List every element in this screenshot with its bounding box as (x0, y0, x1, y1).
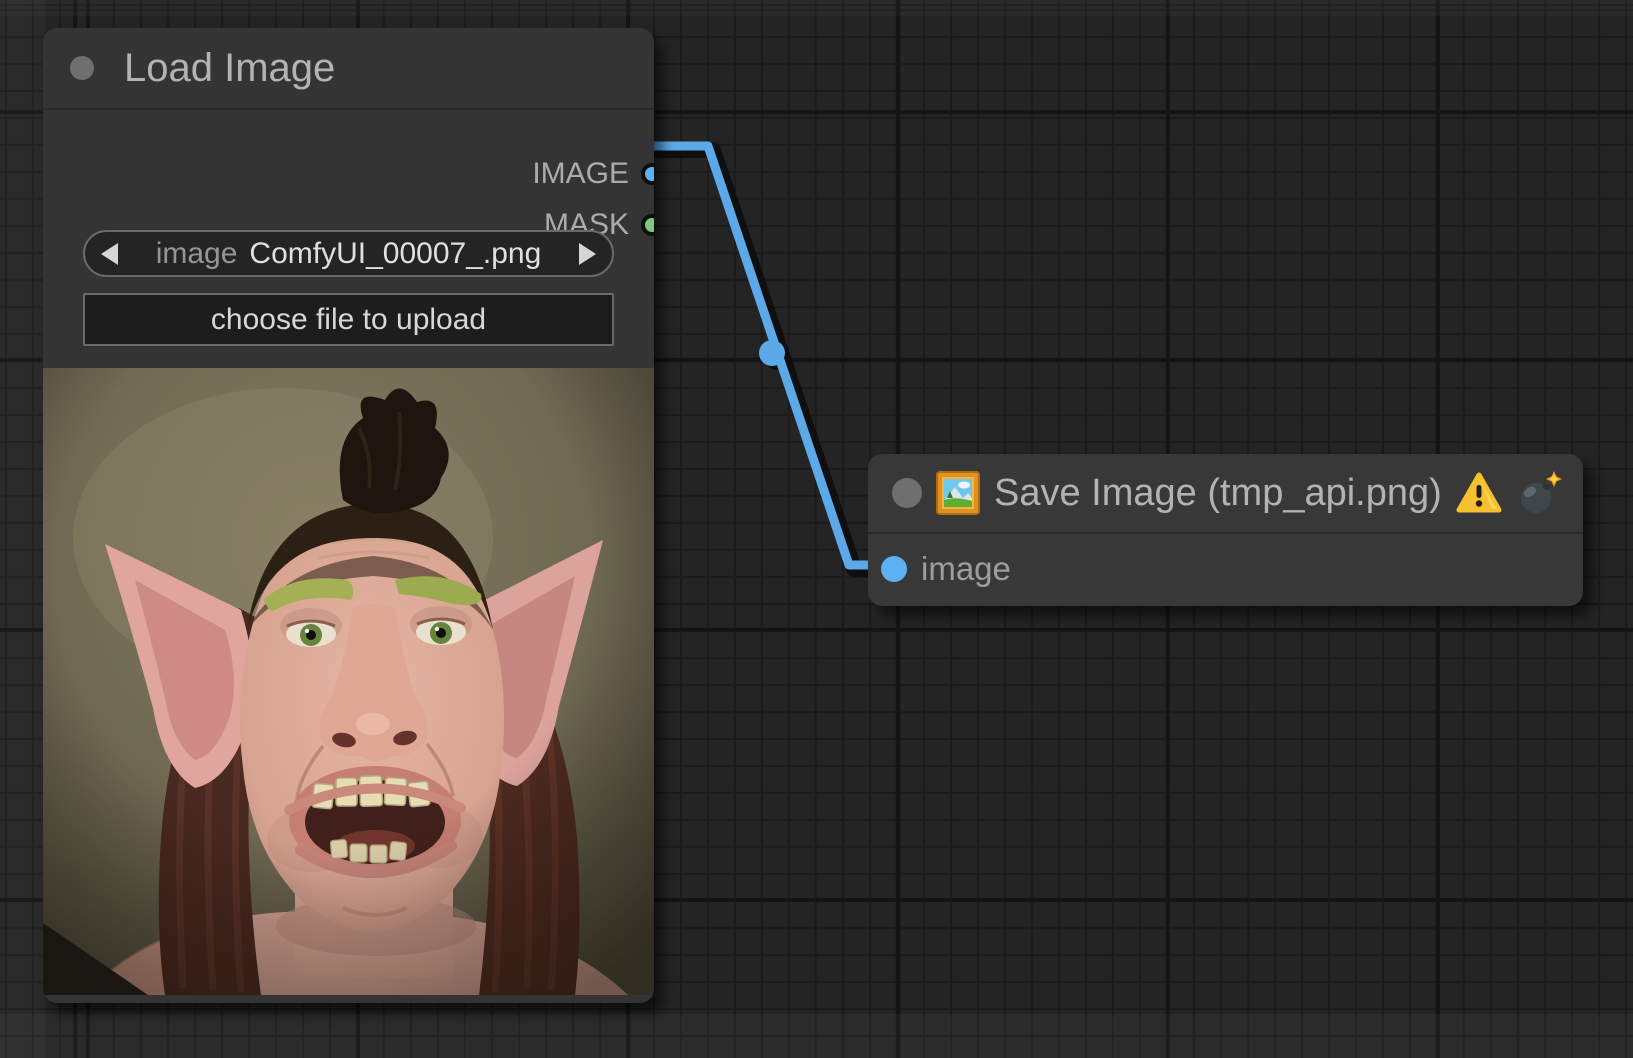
upload-button[interactable]: choose file to upload (83, 293, 614, 346)
input-dot-image[interactable] (881, 556, 907, 582)
bomb-icon (1516, 470, 1562, 516)
output-dot-image[interactable] (641, 163, 654, 185)
save-image-node[interactable]: Save Image (tmp_api.png) image (868, 454, 1583, 606)
framed-picture-icon (936, 471, 980, 515)
combo-value: ComfyUI_00007_.png (249, 237, 541, 271)
output-dot-mask[interactable] (641, 214, 654, 236)
combo-label: image (156, 237, 238, 271)
output-slot-label: IMAGE (532, 158, 629, 190)
warning-icon (1456, 470, 1502, 516)
preview-image (43, 368, 654, 995)
link-midpoint-dot (759, 340, 785, 366)
load-image-titlebar[interactable]: Load Image (43, 28, 654, 110)
collapse-dot-icon[interactable] (70, 56, 94, 80)
input-slot-label: image (921, 550, 1011, 588)
save-image-titlebar[interactable]: Save Image (tmp_api.png) (868, 454, 1583, 534)
output-slot-image: IMAGE (532, 158, 654, 190)
input-slot-image: image (868, 534, 1583, 604)
image-link (652, 146, 896, 569)
collapse-dot-icon[interactable] (892, 478, 922, 508)
node-title: Save Image (tmp_api.png) (994, 472, 1442, 515)
right-arrow-icon[interactable] (579, 243, 596, 265)
load-image-node[interactable]: Load Image IMAGE MASK image ComfyUI_0000… (43, 28, 654, 1003)
image-combo-widget[interactable]: image ComfyUI_00007_.png (83, 230, 614, 277)
node-title: Load Image (124, 46, 335, 91)
node-graph-canvas[interactable]: Load Image IMAGE MASK image ComfyUI_0000… (0, 0, 1633, 1058)
left-arrow-icon[interactable] (101, 243, 118, 265)
